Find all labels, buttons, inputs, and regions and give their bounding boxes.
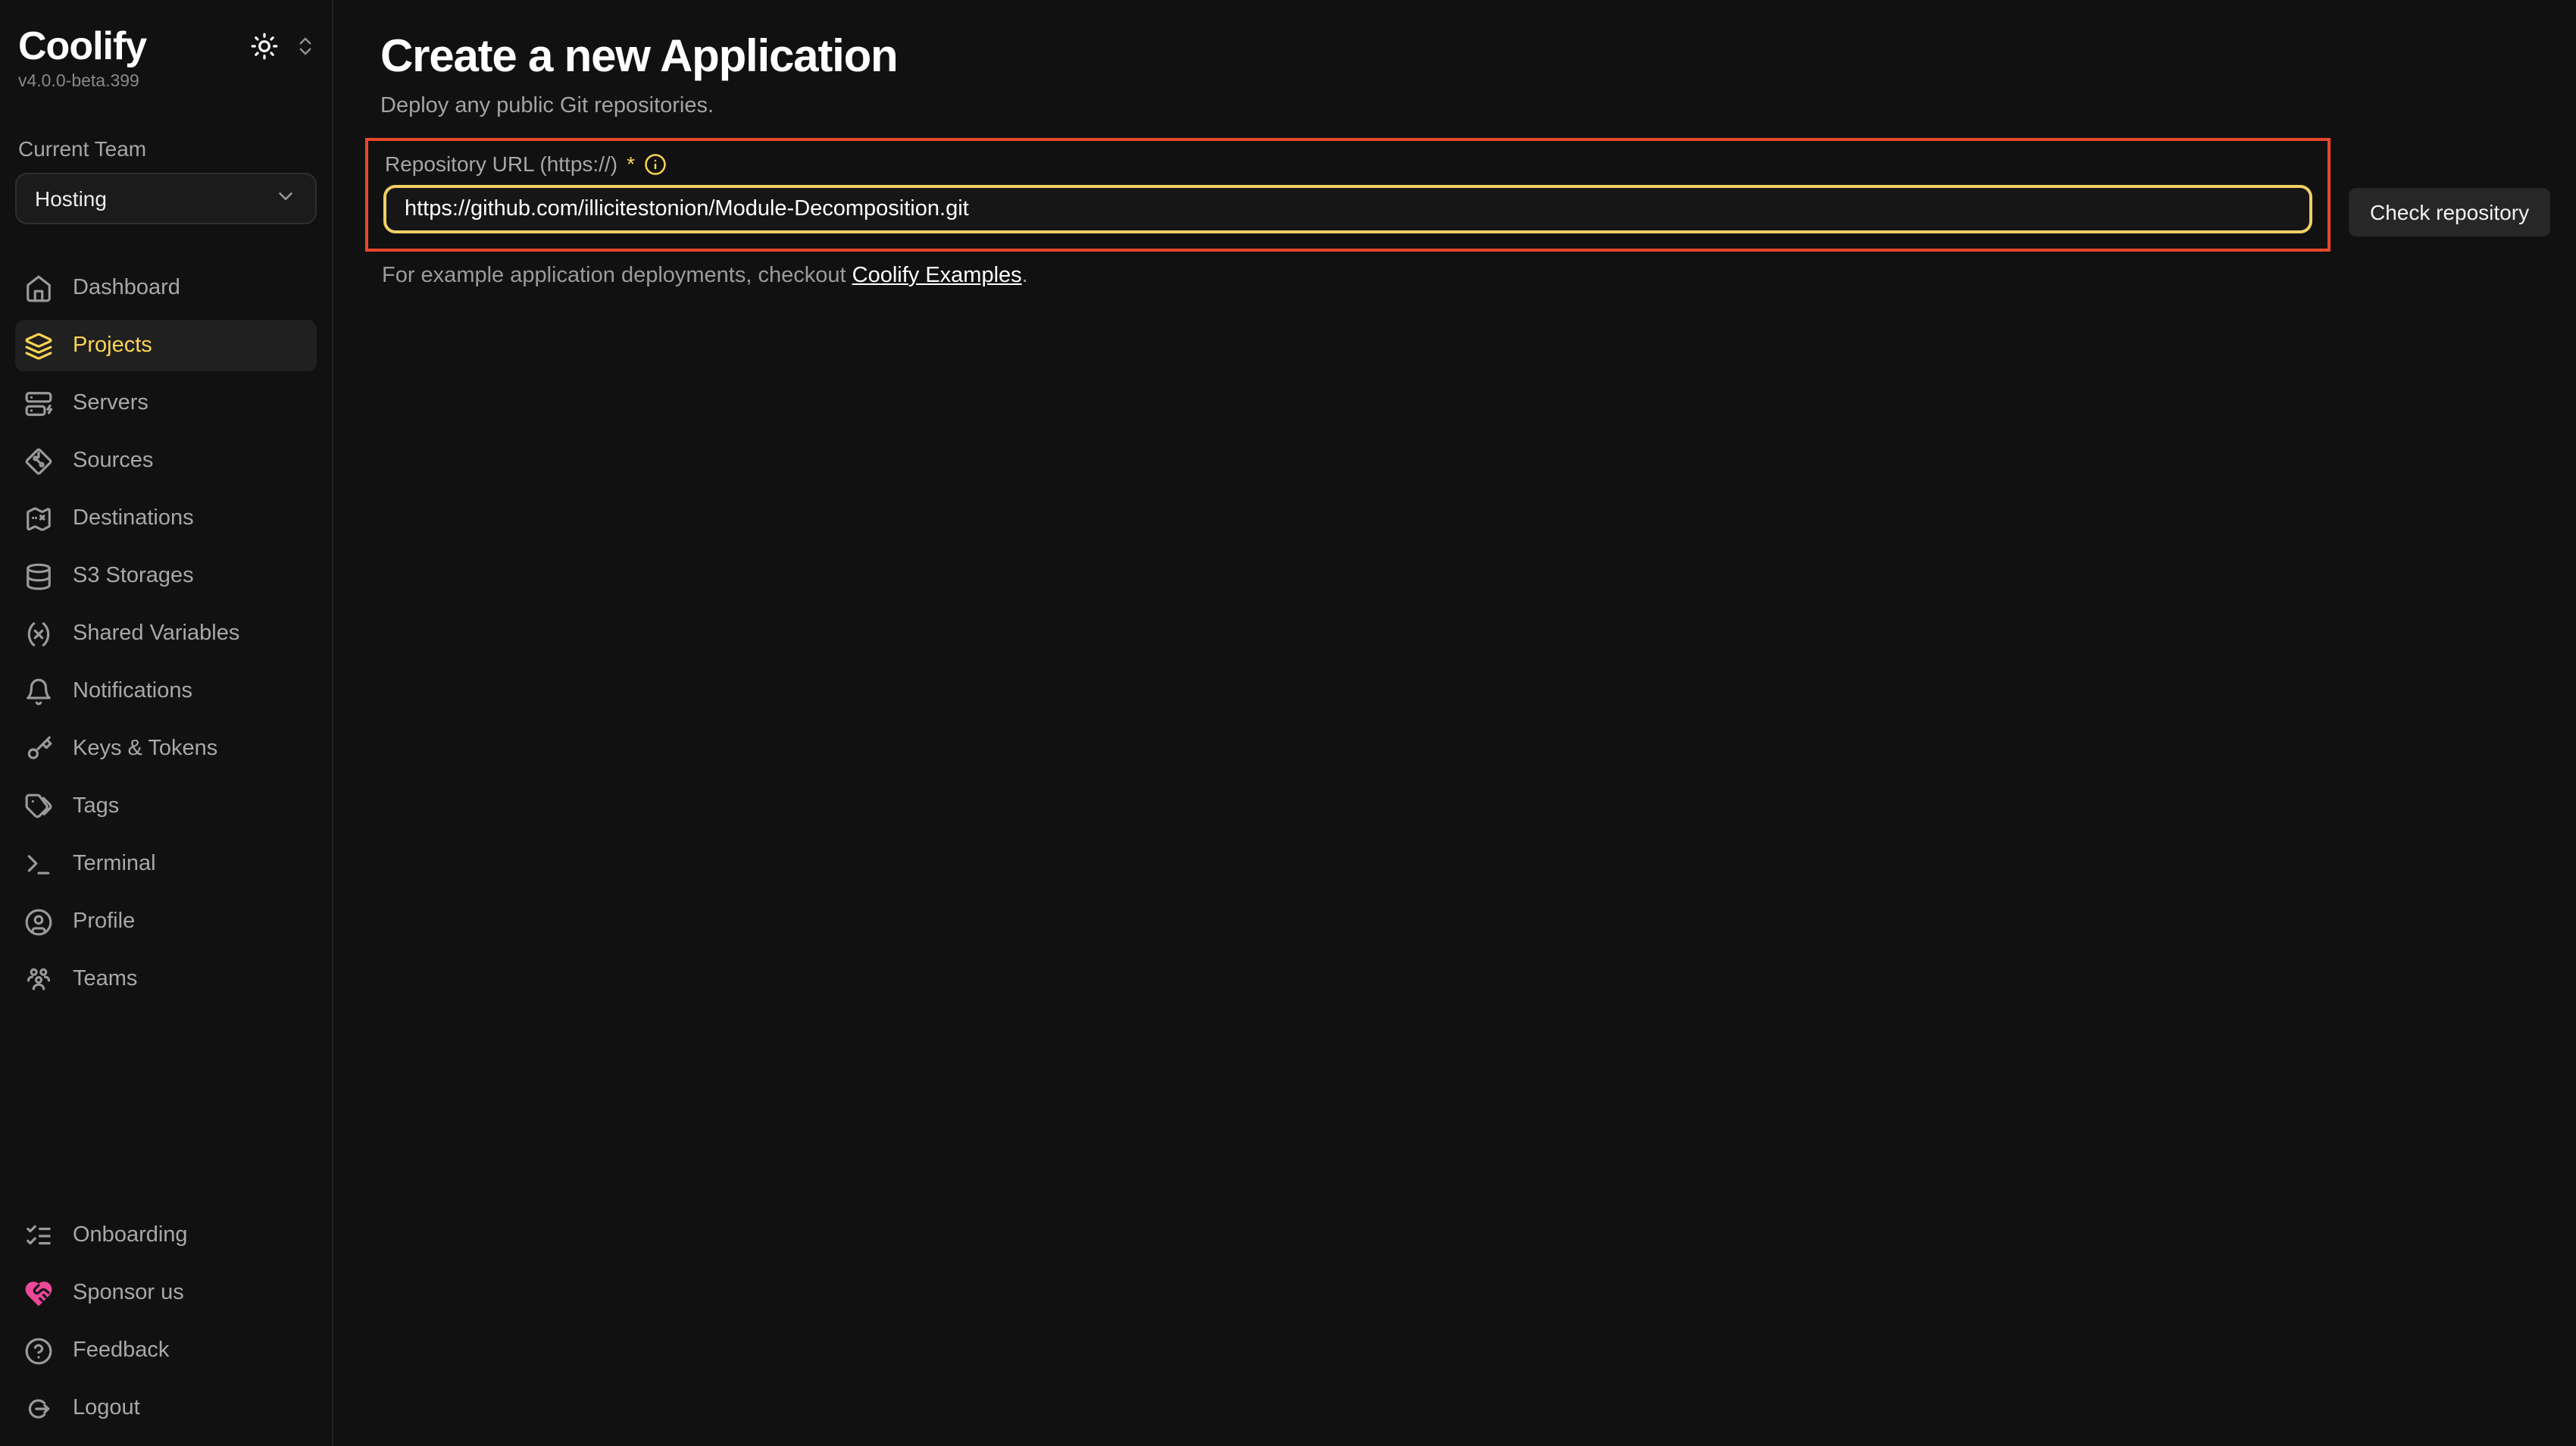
sidebar-item-sources[interactable]: Sources (15, 435, 317, 487)
app-window: Coolify v4.0.0-beta.399 Current Team Hos… (0, 0, 2576, 1446)
home-icon (24, 274, 53, 302)
helper-prefix: For example application deployments, che… (382, 264, 852, 288)
sidebar-item-label: Servers (73, 391, 148, 415)
required-asterisk: * (627, 152, 635, 176)
sidebar-item-label: Dashboard (73, 276, 180, 300)
tags-icon (24, 792, 53, 821)
current-team-label: Current Team (15, 136, 317, 161)
sun-icon (250, 32, 279, 61)
sidebar-item-label: Terminal (73, 852, 156, 876)
page-title: Create a new Application (380, 30, 2576, 85)
page-subtitle: Deploy any public Git repositories. (380, 94, 2576, 118)
helper-suffix: . (1022, 264, 1028, 288)
sidebar-item-shared-variables[interactable]: Shared Variables (15, 608, 317, 659)
sidebar-item-label: Onboarding (73, 1223, 188, 1247)
heart-handshake-icon (24, 1279, 53, 1307)
sidebar-item-label: Teams (73, 967, 137, 991)
onboarding-highlight-box: Repository URL (https://) * (365, 138, 2331, 252)
sidebar-item-label: Sources (73, 449, 153, 473)
git-icon (24, 446, 53, 475)
sidebar-header-actions (250, 32, 317, 61)
database-icon (24, 562, 53, 590)
sidebar-item-label: Tags (73, 794, 119, 818)
list-checks-icon (24, 1221, 53, 1250)
helper-text: For example application deployments, che… (380, 264, 2576, 288)
help-circle-icon (24, 1336, 53, 1365)
sidebar-item-projects[interactable]: Projects (15, 320, 317, 371)
terminal-icon (24, 850, 53, 878)
team-select[interactable]: Hosting (15, 173, 317, 224)
sidebar: Coolify v4.0.0-beta.399 Current Team Hos… (0, 0, 333, 1446)
logout-icon (24, 1394, 53, 1423)
sidebar-collapse-button[interactable] (294, 35, 317, 58)
sidebar-item-label: Notifications (73, 679, 192, 703)
sidebar-item-dashboard[interactable]: Dashboard (15, 262, 317, 314)
map-icon (24, 504, 53, 533)
sidebar-item-label: Projects (73, 333, 152, 358)
check-repository-button[interactable]: Check repository (2349, 188, 2550, 236)
sidebar-item-servers[interactable]: Servers (15, 377, 317, 429)
app-version: v4.0.0-beta.399 (15, 73, 317, 91)
users-icon (24, 965, 53, 994)
theme-toggle-button[interactable] (250, 32, 279, 61)
sidebar-item-terminal[interactable]: Terminal (15, 838, 317, 890)
key-icon (24, 734, 53, 763)
sidebar-item-profile[interactable]: Profile (15, 896, 317, 947)
sidebar-item-label: Profile (73, 909, 135, 934)
repository-url-label-row: Repository URL (https://) * (383, 152, 2312, 176)
sidebar-item-label: Shared Variables (73, 621, 239, 646)
bell-icon (24, 677, 53, 706)
sidebar-item-logout[interactable]: Logout (15, 1382, 317, 1434)
user-circle-icon (24, 907, 53, 936)
sidebar-item-tags[interactable]: Tags (15, 781, 317, 832)
sidebar-nav: Dashboard Projects Servers Sources Desti… (15, 262, 317, 1005)
team-select-value: Hosting (35, 186, 107, 211)
coolify-examples-link[interactable]: Coolify Examples (852, 264, 1022, 288)
repository-url-label: Repository URL (https://) (385, 152, 617, 176)
sidebar-footer: Onboarding Sponsor us Feedback Logout (15, 1210, 317, 1440)
sidebar-item-sponsor-us[interactable]: Sponsor us (15, 1267, 317, 1319)
repository-form-row: Repository URL (https://) * Check reposi… (365, 138, 2576, 252)
sidebar-item-label: Keys & Tokens (73, 737, 217, 761)
sidebar-item-notifications[interactable]: Notifications (15, 665, 317, 717)
chevrons-up-down-icon (294, 35, 317, 58)
sidebar-item-destinations[interactable]: Destinations (15, 493, 317, 544)
sidebar-item-label: Feedback (73, 1338, 169, 1363)
info-icon[interactable] (644, 152, 667, 175)
sidebar-item-s3-storages[interactable]: S3 Storages (15, 550, 317, 602)
server-icon (24, 389, 53, 418)
variable-icon (24, 619, 53, 648)
layers-icon (24, 331, 53, 360)
sidebar-item-keys-tokens[interactable]: Keys & Tokens (15, 723, 317, 775)
sidebar-item-label: Logout (73, 1396, 140, 1420)
sidebar-item-feedback[interactable]: Feedback (15, 1325, 317, 1376)
chevron-down-icon (274, 185, 297, 212)
sidebar-item-onboarding[interactable]: Onboarding (15, 1210, 317, 1261)
sidebar-item-label: S3 Storages (73, 564, 194, 588)
main-content: Create a new Application Deploy any publ… (333, 0, 2576, 1446)
sidebar-item-teams[interactable]: Teams (15, 953, 317, 1005)
sidebar-item-label: Sponsor us (73, 1281, 184, 1305)
repository-url-input[interactable] (383, 185, 2312, 233)
sidebar-header: Coolify (15, 21, 317, 70)
sidebar-item-label: Destinations (73, 506, 194, 531)
app-logo: Coolify (18, 21, 146, 70)
